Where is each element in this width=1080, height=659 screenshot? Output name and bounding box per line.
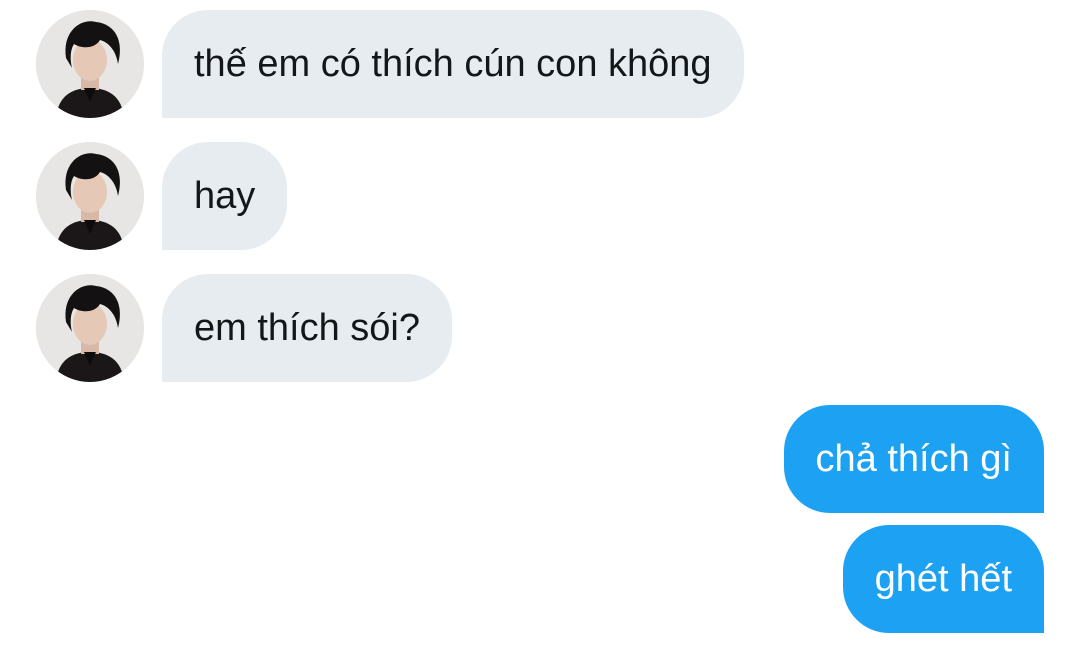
- avatar-photo-icon: [36, 274, 144, 382]
- avatar[interactable]: [36, 10, 144, 118]
- outgoing-message-bubble[interactable]: chả thích gì: [783, 405, 1044, 513]
- incoming-message-bubble[interactable]: em thích sói?: [162, 274, 452, 382]
- outgoing-message-bubble[interactable]: ghét hết: [842, 525, 1044, 633]
- incoming-message-bubble[interactable]: hay: [162, 142, 288, 250]
- avatar-photo-icon: [36, 142, 144, 250]
- avatar[interactable]: [36, 142, 144, 250]
- avatar-photo-icon: [36, 10, 144, 118]
- incoming-message-bubble[interactable]: thế em có thích cún con không: [162, 10, 744, 118]
- avatar[interactable]: [36, 274, 144, 382]
